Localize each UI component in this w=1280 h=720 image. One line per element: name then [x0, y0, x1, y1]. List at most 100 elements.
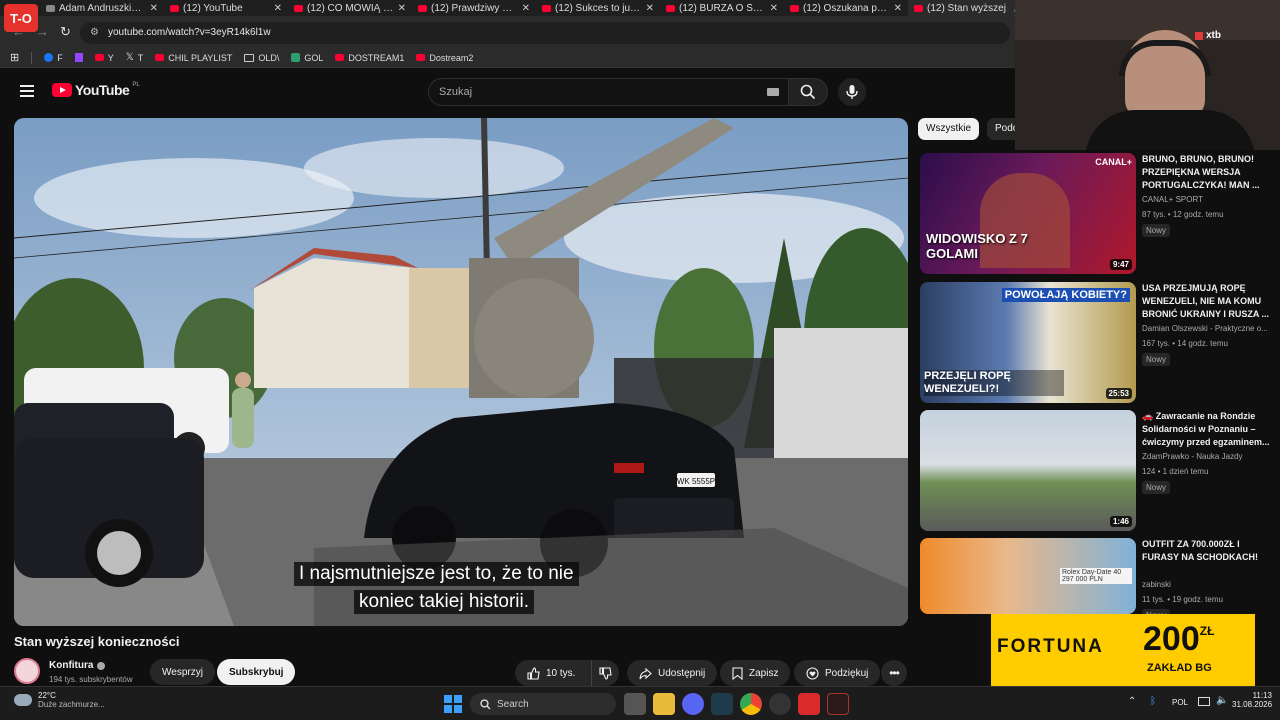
xtb-logo-icon [1195, 31, 1203, 40]
like-button[interactable]: 10 tys. [515, 660, 591, 686]
youtube-favicon-icon [170, 4, 179, 12]
more-actions-button[interactable]: ••• [881, 660, 907, 686]
dislike-button[interactable] [591, 660, 619, 686]
tab-close-icon[interactable]: ✕ [770, 3, 778, 14]
tab-2[interactable]: (12) CO MÓWIĄ O TU✕ [288, 0, 412, 16]
streaming-app-icon[interactable] [798, 693, 820, 715]
bookmark-gol[interactable]: GOL [291, 53, 323, 63]
task-view-icon[interactable] [624, 693, 646, 715]
tab-close-icon[interactable]: ✕ [522, 3, 530, 14]
tray-overflow-icon[interactable]: ⌃ [1128, 696, 1136, 707]
recommendation-title[interactable]: OUTFIT ZA 700.000ZŁ I FURASY NA SCHODKAC… [1142, 538, 1270, 578]
bookmark-dostream1[interactable]: DOSTREAM1 [335, 53, 404, 63]
search-button[interactable] [788, 78, 828, 106]
start-button[interactable] [444, 695, 462, 713]
video-duration: 9:47 [1109, 259, 1132, 270]
thumb-text: PRZEJĘLI ROPĘ WENEZUELI?! [924, 370, 1064, 396]
video-thumbnail[interactable]: 1:46 [920, 410, 1136, 531]
obs-icon[interactable] [769, 693, 791, 715]
youtube-favicon-icon [790, 4, 799, 12]
tab-3[interactable]: (12) Prawdziwy Lomb ✕ [412, 0, 536, 16]
thanks-button[interactable]: Podziękuj [794, 660, 881, 686]
verified-icon [97, 661, 106, 670]
bookmark-y[interactable]: Y [94, 53, 114, 63]
bookmark-f[interactable]: F [44, 53, 63, 63]
network-icon[interactable] [1198, 697, 1210, 706]
voice-search-button[interactable] [838, 78, 866, 106]
share-icon [639, 667, 652, 679]
site-info-icon[interactable]: ⚙ [90, 22, 99, 44]
tab-close-icon[interactable]: ✕ [150, 3, 158, 14]
microphone-icon [846, 85, 858, 99]
discord-icon[interactable] [682, 693, 704, 715]
recommendation-item[interactable]: POWOŁAJĄ KOBIETY? PRZEJĘLI ROPĘ WENEZUEL… [920, 282, 1272, 406]
recommendation-item[interactable]: CANAL+ WIDOWISKO Z 7 GOLAMI 9:47 BRUNO, … [920, 153, 1272, 277]
recommendation-meta: 167 tys. • 14 godz. temu [1142, 339, 1228, 348]
bookmark-twitch[interactable] [74, 53, 83, 62]
thumbs-down-icon [599, 666, 612, 680]
menu-icon[interactable] [20, 85, 34, 97]
bookmark-old[interactable]: OLD\ [244, 53, 279, 63]
recommendation-item[interactable]: 1:46 🚗 Zawracanie na Rondzie Solidarnośc… [920, 410, 1272, 534]
subscriber-count: 194 tys. subskrybentów [49, 675, 133, 684]
video-player[interactable]: WK 5555P I najsmutniejsze jest to, że to… [14, 118, 908, 626]
video-thumbnail[interactable]: POWOŁAJĄ KOBIETY? PRZEJĘLI ROPĘ WENEZUEL… [920, 282, 1136, 403]
tab-0[interactable]: Adam Andruszkiewic ✕ [40, 0, 164, 16]
youtube-favicon-icon [418, 4, 427, 12]
subscribe-button[interactable]: Subskrybuj [217, 659, 296, 685]
tab-close-icon[interactable]: ✕ [398, 3, 406, 14]
chrome-icon[interactable] [740, 693, 762, 715]
search-input[interactable]: Szukaj [428, 78, 790, 106]
tab-close-icon[interactable]: ✕ [274, 3, 282, 14]
thumb-text: Rolex Day-Date 40 297 000 PLN [1060, 568, 1132, 584]
apps-grid-icon[interactable]: ⊞ [10, 51, 19, 64]
file-explorer-icon[interactable] [653, 693, 675, 715]
bookmark-chil-playlist[interactable]: CHIL PLAYLIST [155, 53, 232, 63]
channel-name[interactable]: Konfitura [49, 660, 106, 671]
twitch-icon [74, 53, 83, 62]
recommendation-channel[interactable]: ZdamPrawko - Nauka Jazdy [1142, 452, 1270, 461]
tab-favicon-icon [46, 4, 55, 12]
clock[interactable]: 11:13 31.08.2026 [1232, 691, 1272, 709]
perplexity-icon[interactable] [711, 693, 733, 715]
tab-5[interactable]: (12) BURZA O ŚLUBY✕ [660, 0, 784, 16]
reload-icon[interactable]: ↻ [60, 24, 71, 40]
chip-all[interactable]: Wszystkie [918, 118, 979, 140]
bluetooth-icon[interactable]: ᛒ [1150, 696, 1156, 707]
bookmark-t[interactable]: 𝕏T [126, 52, 144, 63]
tab-close-icon[interactable]: ✕ [646, 3, 654, 14]
tab-7-active[interactable]: (12) Stan wyższej🔊 [908, 0, 1032, 16]
x-icon: 𝕏 [125, 52, 134, 63]
license-plate: WK 5555P [677, 477, 715, 486]
url-field[interactable]: ⚙ youtube.com/watch?v=3eyR14k6l1w [80, 22, 1010, 44]
fortuna-ad-overlay: FORTUNA 200 ZŁ ZAKŁAD BG [983, 614, 1255, 686]
recommendation-channel[interactable]: Damian Olszewski - Praktyczne o... [1142, 324, 1270, 333]
video-thumbnail[interactable]: CANAL+ WIDOWISKO Z 7 GOLAMI 9:47 [920, 153, 1136, 274]
weather-widget[interactable]: 22°C Duże zachmurze... [14, 691, 105, 709]
recommendation-channel[interactable]: zabinski [1142, 580, 1270, 589]
video-thumbnail[interactable]: Rolex Day-Date 40 297 000 PLN [920, 538, 1136, 614]
language-indicator[interactable]: POL [1172, 698, 1188, 707]
webcam-body [1085, 110, 1255, 150]
share-button[interactable]: Udostępnij [627, 660, 718, 686]
recommendation-title[interactable]: USA PRZEJMUJĄ ROPĘ WENEZUELI, NIE MA KOM… [1142, 282, 1270, 322]
taskbar-search[interactable]: Search [470, 693, 616, 715]
ad-tagline: ZAKŁAD BG [1147, 662, 1212, 674]
active-app-icon[interactable] [827, 693, 849, 715]
channel-avatar[interactable] [14, 658, 40, 684]
support-button[interactable]: Wesprzyj [150, 659, 215, 685]
volume-icon[interactable]: 🔈 [1216, 695, 1228, 706]
tab-4[interactable]: (12) Sukces to już nie ✕ [536, 0, 660, 16]
youtube-logo[interactable]: YouTube PL [52, 82, 140, 98]
keyboard-icon[interactable] [767, 88, 779, 96]
tab-close-icon[interactable]: ✕ [894, 3, 902, 14]
recommendation-channel[interactable]: CANAL+ SPORT [1142, 195, 1270, 204]
youtube-icon [94, 54, 104, 61]
tab-1[interactable]: (12) YouTube ✕ [164, 0, 288, 16]
recommendation-title[interactable]: 🚗 Zawracanie na Rondzie Solidarności w P… [1142, 410, 1270, 450]
recommendation-title[interactable]: BRUNO, BRUNO, BRUNO! PRZEPIĘKNA WERSJA P… [1142, 153, 1270, 193]
tab-6[interactable]: (12) Oszukana prze ✕ [784, 0, 908, 16]
video-duration: 25:53 [1105, 388, 1132, 399]
bookmark-dostream2[interactable]: Dostream2 [416, 53, 473, 63]
save-button[interactable]: Zapisz [720, 660, 791, 686]
